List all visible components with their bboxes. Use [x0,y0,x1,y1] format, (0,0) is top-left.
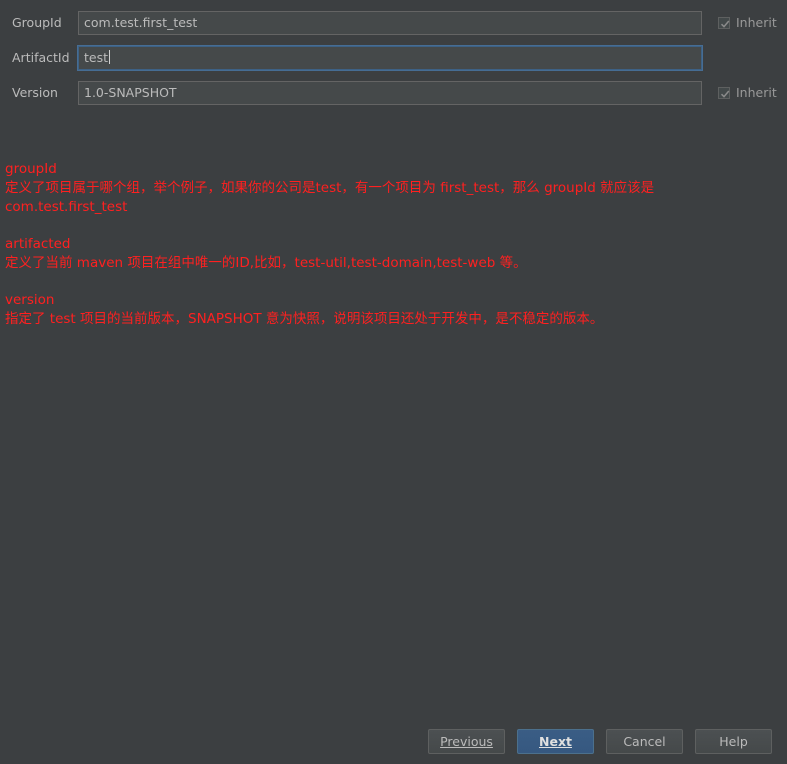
help-button[interactable]: Help [695,729,772,754]
artifact-id-note: artifacted 定义了当前 maven 项目在组中唯一的ID,比如，tes… [5,235,775,273]
text-caret [109,50,111,64]
version-label: Version [12,85,58,100]
version-note: version 指定了 test 项目的当前版本，SNAPSHOT 意为快照，说… [5,291,775,329]
group-id-inherit-checkbox[interactable]: Inherit [718,15,777,30]
group-id-value: com.test.first_test [84,15,198,30]
version-note-text: 指定了 test 项目的当前版本，SNAPSHOT 意为快照，说明该项目还处于开… [5,311,604,327]
version-inherit-checkbox[interactable]: Inherit [718,85,777,100]
cancel-button-label: Cancel [623,734,666,749]
artifact-id-note-heading: artifacted [5,236,71,252]
group-id-note-text: 定义了项目属于哪个组，举个例子，如果你的公司是test，有一个项目为 first… [5,180,655,196]
checkbox-checked-icon [718,17,730,29]
group-id-note-heading: groupId [5,161,57,177]
version-value: 1.0-SNAPSHOT [84,85,177,100]
group-id-label: GroupId [12,15,62,30]
version-inherit-label: Inherit [736,85,777,100]
previous-button-label: Previous [440,734,493,749]
next-button-label: Next [539,734,572,749]
checkbox-checked-icon [718,87,730,99]
group-id-note: groupId 定义了项目属于哪个组，举个例子，如果你的公司是test，有一个项… [5,160,775,217]
artifact-id-label: ArtifactId [12,50,70,65]
group-id-inherit-label: Inherit [736,15,777,30]
group-id-note-example: com.test.first_test [5,199,128,215]
next-button[interactable]: Next [517,729,594,754]
artifact-id-note-text: 定义了当前 maven 项目在组中唯一的ID,比如，test-util,test… [5,255,527,271]
artifact-id-value: test [84,50,109,65]
artifact-id-row: ArtifactId test [0,46,787,72]
annotation-notes: groupId 定义了项目属于哪个组，举个例子，如果你的公司是test，有一个项… [5,160,775,347]
group-id-input[interactable]: com.test.first_test [78,11,702,35]
group-id-row: GroupId com.test.first_test Inherit [0,11,787,37]
version-note-heading: version [5,292,55,308]
cancel-button[interactable]: Cancel [606,729,683,754]
artifact-id-input[interactable]: test [78,46,702,70]
version-row: Version 1.0-SNAPSHOT Inherit [0,81,787,107]
help-button-label: Help [719,734,748,749]
previous-button[interactable]: Previous [428,729,505,754]
version-input[interactable]: 1.0-SNAPSHOT [78,81,702,105]
